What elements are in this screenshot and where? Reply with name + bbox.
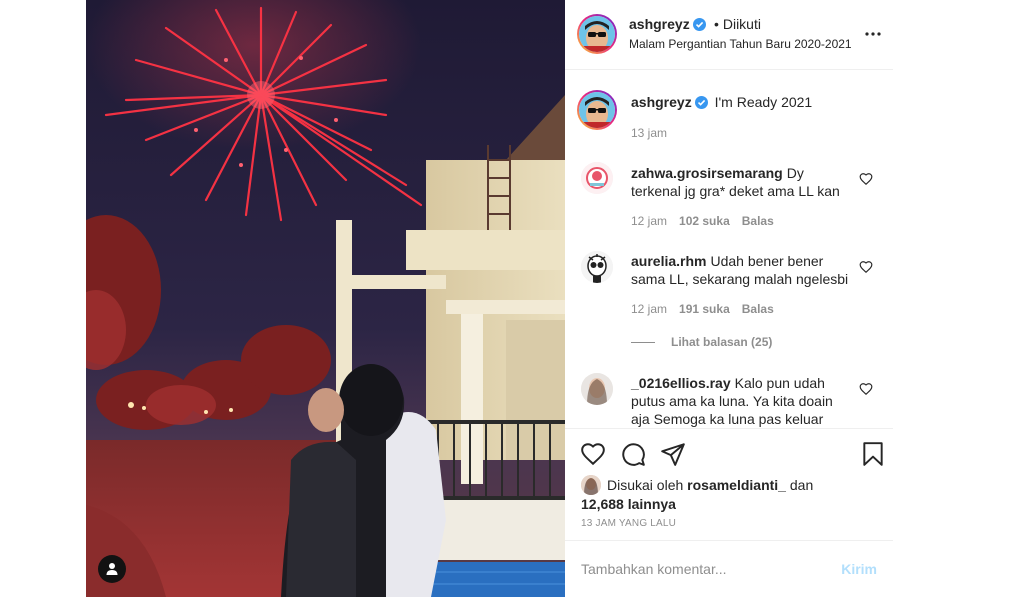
author-username[interactable]: ashgreyz [629,16,690,32]
post-photo[interactable] [86,0,565,597]
likes-user-link[interactable]: rosameldianti_ [687,477,786,493]
likes-joiner: dan [789,477,814,493]
comment-username[interactable]: _0216ellios.ray [631,375,731,391]
post-actions: Disukai oleh rosameldianti_ dan 12,688 l… [565,428,893,540]
likes-summary: Disukai oleh rosameldianti_ dan 12,688 l… [581,475,813,513]
view-replies-line [631,341,655,343]
comment-time: 12 jam [631,302,668,316]
caption-username[interactable]: ashgreyz [631,94,692,110]
comment-time: 12 jam [631,214,668,228]
post-side-panel: ashgreyz • Diikuti Malam Pergantian Tahu… [565,0,893,597]
post-timestamp[interactable]: 13 JAM YANG LALU [581,518,676,529]
view-replies-button[interactable]: Lihat balasan (25) [631,335,772,349]
comment-like-count[interactable]: 102 suka [679,214,730,228]
follow-status-button[interactable]: Diikuti [723,16,761,32]
caption-author-avatar-image [579,92,615,128]
comment-avatar[interactable] [581,251,613,283]
author-avatar-image [579,16,615,52]
verified-badge-icon [692,18,706,31]
caption-time: 13 jam [631,126,668,140]
post-header: ashgreyz • Diikuti Malam Pergantian Tahu… [565,0,893,70]
post-location-link[interactable]: Malam Pergantian Tahun Baru 2020-2021 [629,35,859,53]
more-options-icon [865,32,881,36]
comments-list[interactable]: ashgreyz I'm Ready 2021 13 jam zahwa.gro… [565,71,893,428]
user-tag-icon [106,563,118,575]
comment-avatar[interactable] [581,162,613,194]
comment-body: aurelia.rhm Udah bener bener sama LL, sek… [631,252,853,288]
likes-prefix: Disukai oleh [607,477,684,493]
user-tag-button[interactable] [98,555,126,583]
comment-composer: Kirim [565,540,893,597]
comment-body: _0216ellios.ray Kalo pun udah putus ama k… [631,374,853,428]
comment-meta: 12 jam 102 suka Balas [631,214,774,228]
comment-like-count[interactable]: 191 suka [679,302,730,316]
caption-author-avatar[interactable] [577,90,617,130]
share-icon[interactable] [660,441,686,467]
header-text: ashgreyz • Diikuti Malam Pergantian Tahu… [629,15,859,53]
fireworks-photo-image [86,0,565,597]
comment-avatar[interactable] [581,373,613,405]
view-replies-label: Lihat balasan (25) [671,335,773,349]
comment-avatar-image [581,162,613,194]
comment-meta: 12 jam 191 suka Balas [631,302,774,316]
more-options-button[interactable] [861,24,885,44]
comment-reply-button[interactable]: Balas [742,302,774,316]
comment-avatar-image [581,373,613,405]
comment-like-heart-icon[interactable] [859,260,873,274]
comment-like-heart-icon[interactable] [859,172,873,186]
comment-like-heart-icon[interactable] [859,382,873,396]
author-avatar[interactable] [577,14,617,54]
liker-avatar-image [581,475,601,495]
page-background-right [893,0,1025,597]
caption: ashgreyz I'm Ready 2021 [631,93,871,111]
verified-badge-icon [694,96,708,109]
comment-username[interactable]: aurelia.rhm [631,253,706,269]
instagram-post-view: ashgreyz • Diikuti Malam Pergantian Tahu… [0,0,1025,597]
send-comment-button[interactable]: Kirim [841,561,877,577]
bookmark-icon[interactable] [860,441,886,467]
comment-username[interactable]: zahwa.grosirsemarang [631,165,783,181]
follow-separator: • [710,16,723,32]
comment-avatar-image [581,251,613,283]
heart-icon[interactable] [580,441,606,467]
comment-icon[interactable] [620,441,646,467]
liker-avatar[interactable] [581,475,601,495]
comment-input[interactable] [581,559,831,579]
caption-text: I'm Ready 2021 [714,94,813,110]
comment-body: zahwa.grosirsemarang Dy terkenal jg gra* … [631,164,853,200]
likes-count-link[interactable]: 12,688 lainnya [581,496,676,512]
comment-reply-button[interactable]: Balas [742,214,774,228]
